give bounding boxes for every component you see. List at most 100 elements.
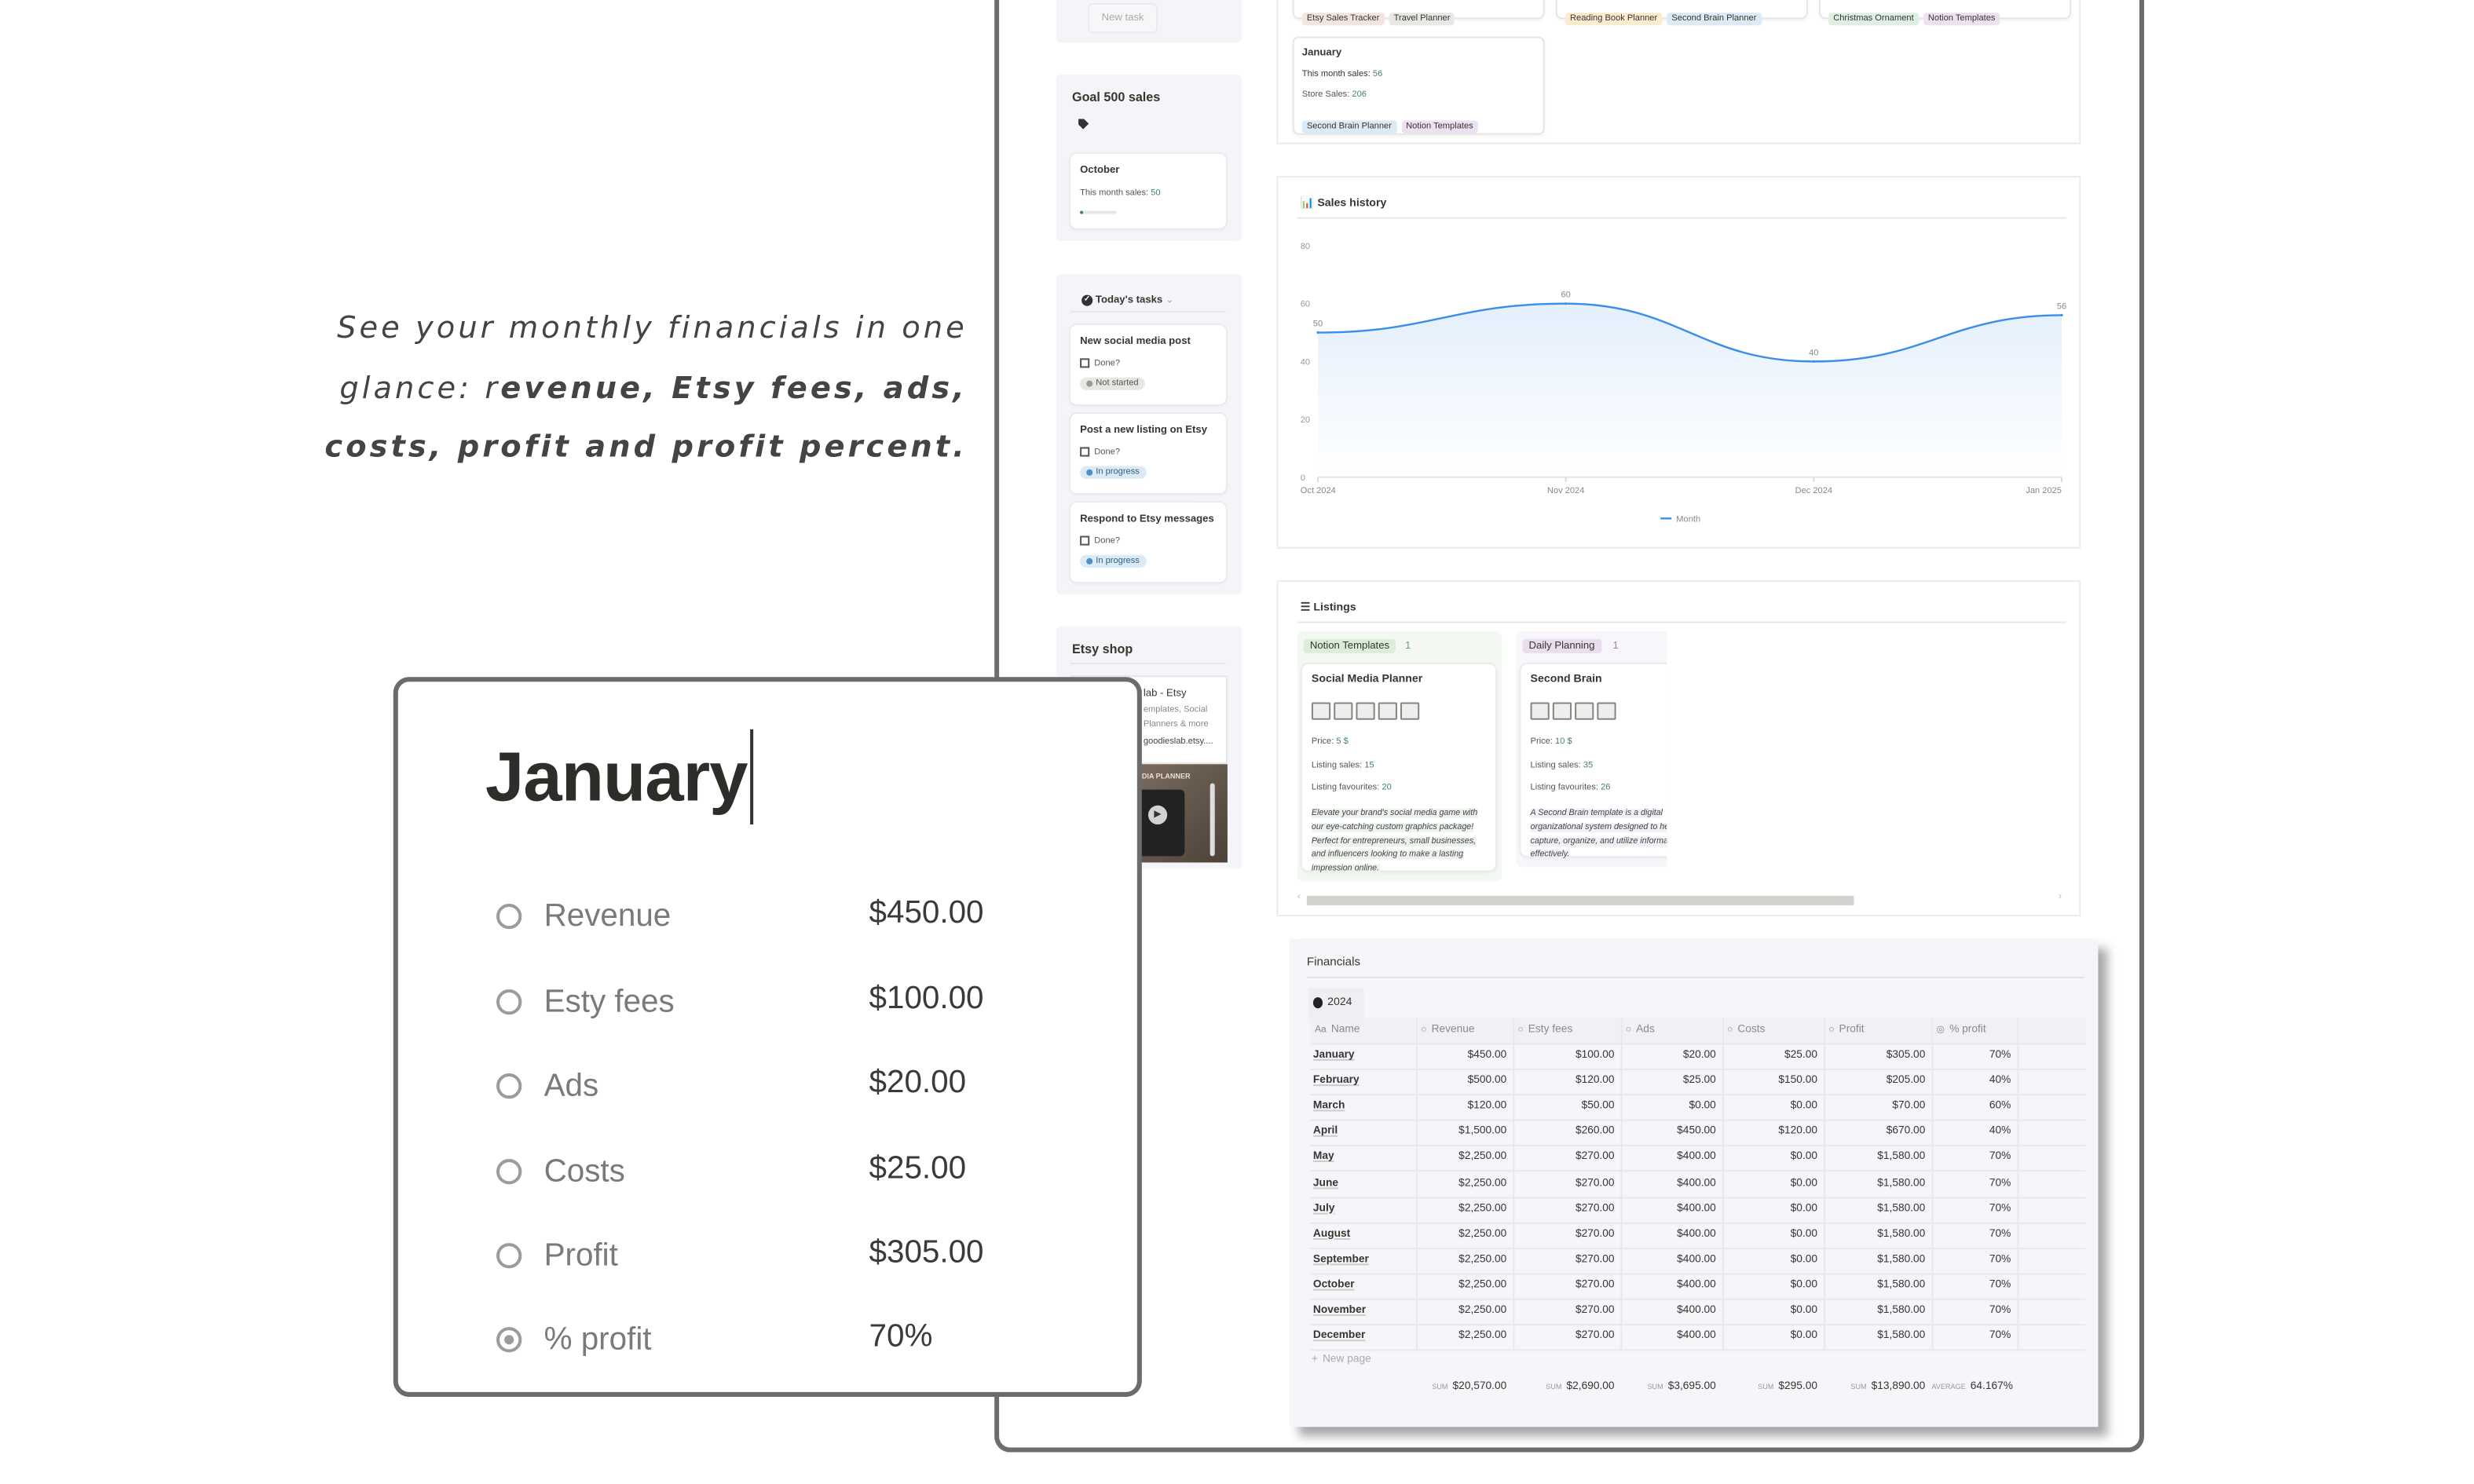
calculation-cell[interactable]: SUM $295.00 — [1722, 1381, 1817, 1392]
property-row[interactable]: % profit 70% — [496, 1319, 1099, 1367]
thumbnail-image — [1530, 702, 1550, 720]
row-name-link[interactable]: July — [1313, 1197, 1416, 1222]
row-name-link[interactable]: March — [1313, 1095, 1416, 1120]
row-name-link[interactable]: December — [1313, 1324, 1416, 1349]
financials-panel: Financials 2024 Aa Name ○ Revenue ○ Esty fees… — [1289, 938, 2099, 1427]
column-divider — [1620, 1018, 1623, 1350]
table-cell: $400.00 — [1677, 1279, 1716, 1291]
column-group-label[interactable]: Notion Templates — [1303, 638, 1396, 653]
circle-icon — [496, 989, 522, 1015]
table-row[interactable]: May $2,250.00 $270.00 $400.00 $0.00 $1,580.00… — [1309, 1146, 2086, 1172]
table-cell: $2,250.00 — [1458, 1279, 1507, 1291]
table-cell: $120.00 — [1575, 1075, 1615, 1087]
property-label: Revenue — [543, 898, 672, 934]
value: 15 — [1364, 760, 1374, 770]
circle-icon: ○ — [1726, 1025, 1733, 1036]
column-header[interactable]: ○ Costs — [1727, 1018, 1824, 1043]
property-label: Esty fees — [543, 984, 675, 1020]
scroll-right-icon[interactable]: › — [2059, 893, 2062, 902]
column-header[interactable]: ○ Ads — [1626, 1018, 1722, 1043]
data-point — [1812, 360, 1815, 363]
table-cell: 70% — [1989, 1202, 2011, 1214]
row-name-link[interactable]: April — [1313, 1120, 1416, 1145]
table-cell: $2,250.00 — [1458, 1177, 1507, 1189]
column-header[interactable]: ○ Esty fees — [1517, 1018, 1620, 1043]
label: Price: — [1311, 737, 1334, 747]
table-row[interactable]: June $2,250.00 $270.00 $400.00 $0.00 $1,580.0… — [1309, 1171, 2086, 1198]
row-name-link[interactable]: June — [1313, 1171, 1416, 1196]
table-cell: $450.00 — [1677, 1126, 1716, 1138]
calc-label: AVERAGE — [1931, 1382, 1966, 1391]
listing-card[interactable]: Social Media Planner Price: 5 $ Listing sa… — [1301, 664, 1496, 874]
table-cell: $2,250.00 — [1458, 1202, 1507, 1214]
column-group-label[interactable]: Daily Planning — [1522, 638, 1601, 653]
property-row[interactable]: Revenue $450.00 — [496, 896, 1099, 944]
tag: Christmas Ornament — [1828, 13, 1919, 26]
table-row[interactable]: April $1,500.00 $260.00 $450.00 $120.00 $670.… — [1309, 1120, 2086, 1147]
calc-value: $13,890.00 — [1871, 1380, 1926, 1392]
row-name-link[interactable]: May — [1313, 1146, 1416, 1171]
table-cell: $1,580.00 — [1877, 1330, 1926, 1342]
calculation-cell[interactable]: SUM $20,570.00 — [1416, 1381, 1506, 1392]
property-value[interactable]: $100.00 — [869, 981, 984, 1018]
thumbnail-image — [1552, 702, 1572, 720]
table-cell: $2,250.00 — [1458, 1253, 1507, 1265]
table-row[interactable]: July $2,250.00 $270.00 $400.00 $0.00 $1,580.0… — [1309, 1197, 2086, 1224]
table-cell: $70.00 — [1892, 1100, 1926, 1112]
property-value[interactable]: $25.00 — [869, 1151, 967, 1187]
table-row[interactable]: December $2,250.00 $270.00 $400.00 $0.00 $1,5… — [1309, 1324, 2086, 1351]
row-name-link[interactable]: February — [1313, 1069, 1416, 1094]
row-name-link[interactable]: November — [1313, 1299, 1416, 1324]
property-row[interactable]: Ads $20.00 — [496, 1065, 1099, 1113]
header-label: Esty fees — [1528, 1024, 1573, 1036]
property-value[interactable]: 70% — [869, 1319, 933, 1355]
row-name-link[interactable]: January — [1313, 1044, 1416, 1069]
property-value[interactable]: $20.00 — [869, 1065, 967, 1102]
column-divider — [2017, 1018, 2019, 1350]
row-name-link[interactable]: October — [1313, 1273, 1416, 1298]
table-row[interactable]: October $2,250.00 $270.00 $400.00 $0.00 $1,58… — [1309, 1273, 2086, 1300]
property-row[interactable]: Esty fees $100.00 — [496, 981, 1099, 1029]
gallery-card[interactable]: Christmas Ornament Notion Templates — [1819, 0, 2072, 26]
x-tick-label: Jan 2025 — [2026, 486, 2062, 495]
column-count: 1 — [1405, 640, 1411, 652]
value: 10 $ — [1555, 737, 1572, 747]
table-row[interactable]: November $2,250.00 $270.00 $400.00 $0.00 $1,5… — [1309, 1299, 2086, 1326]
table-cell: $270.00 — [1575, 1304, 1615, 1316]
column-header[interactable]: ○ Revenue — [1421, 1018, 1513, 1043]
table-row[interactable]: September $2,250.00 $270.00 $400.00 $0.00 $1,… — [1309, 1248, 2086, 1275]
calc-label: SUM — [1647, 1382, 1663, 1391]
table-row[interactable]: March $120.00 $50.00 $0.00 $0.00 $70.00 60% — [1309, 1095, 2086, 1121]
calculation-cell[interactable]: AVERAGE 64.167% — [1931, 1381, 2013, 1392]
listing-description: Elevate your brand's social media game w… — [1311, 807, 1489, 877]
table-cell: 70% — [1989, 1279, 2011, 1291]
calculation-cell[interactable]: SUM $3,695.00 — [1621, 1381, 1715, 1392]
column-header[interactable]: ◎ % profit — [1936, 1018, 2017, 1043]
legend-label: Month — [1676, 514, 1700, 524]
table-cell: $0.00 — [1790, 1100, 1818, 1112]
table-row[interactable]: February $500.00 $120.00 $25.00 $150.00 $205.… — [1309, 1069, 2086, 1096]
calculation-cell[interactable]: SUM $2,690.00 — [1513, 1381, 1614, 1392]
property-row[interactable]: Costs $25.00 — [496, 1151, 1099, 1199]
new-page-button[interactable]: + New page — [1312, 1354, 1371, 1365]
january-title[interactable]: January — [485, 739, 748, 818]
table-cell: $270.00 — [1575, 1228, 1615, 1240]
table-cell: $400.00 — [1677, 1330, 1716, 1342]
property-row[interactable]: Profit $305.00 — [496, 1235, 1099, 1283]
circle-icon: ○ — [1421, 1025, 1427, 1036]
property-value[interactable]: $305.00 — [869, 1235, 984, 1271]
table-row[interactable]: August $2,250.00 $270.00 $400.00 $0.00 $1,580… — [1309, 1222, 2086, 1249]
view-tab-2024[interactable]: 2024 — [1308, 987, 1364, 1020]
header-label: Profit — [1839, 1024, 1865, 1036]
row-name-link[interactable]: August — [1313, 1222, 1416, 1247]
listing-thumbnails — [1530, 699, 1619, 727]
table-cell: $205.00 — [1886, 1075, 1926, 1087]
table-cell: $1,580.00 — [1877, 1202, 1926, 1214]
row-name-link[interactable]: September — [1313, 1248, 1416, 1273]
property-value[interactable]: $450.00 — [869, 896, 984, 932]
table-row[interactable]: January $450.00 $100.00 $20.00 $25.00 $305.00… — [1309, 1044, 2086, 1070]
column-header[interactable]: Aa Name — [1315, 1018, 1416, 1043]
column-header[interactable]: ○ Profit — [1828, 1018, 1931, 1043]
table-cell: $270.00 — [1575, 1279, 1615, 1291]
calculation-cell[interactable]: SUM $13,890.00 — [1824, 1381, 1925, 1392]
